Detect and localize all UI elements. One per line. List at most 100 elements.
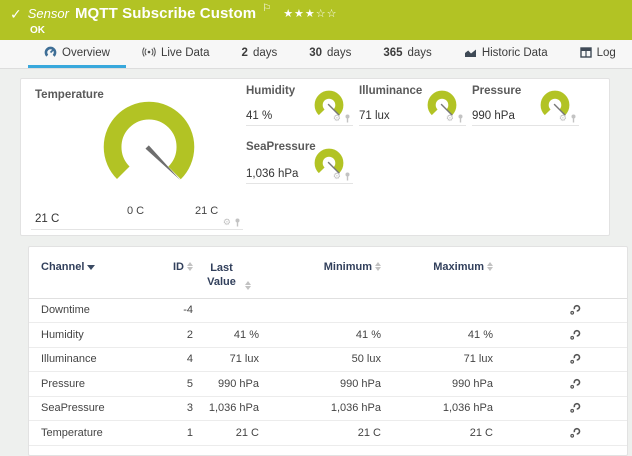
table-row: Humidity 2 41 % 41 % 41 % (29, 323, 627, 348)
maximum-value: 21 C (470, 427, 493, 439)
gauge-scale-min: 0 C (127, 205, 144, 217)
gauge-tile-pressure: Pressure 990 hPa ⚙ (472, 85, 579, 126)
gauge-value: 71 lux (359, 110, 390, 122)
table-row: Temperature 1 21 C 21 C 21 C (29, 421, 627, 446)
sensor-title: MQTT Subscribe Custom (75, 4, 256, 24)
tab-label: Live Data (161, 47, 210, 59)
minimum-value: 50 lux (352, 353, 381, 365)
temperature-gauge-dial (93, 91, 205, 203)
minimum-value: 41 % (356, 329, 381, 341)
channel-table-panel: Channel ID Last Value Minimum Maximum Do… (28, 246, 628, 456)
channel-name: Humidity (41, 329, 153, 341)
channel-settings-wrench-icon[interactable] (569, 329, 627, 341)
channel-settings-wrench-icon[interactable] (569, 402, 627, 414)
tab-log[interactable]: Log (564, 40, 632, 68)
sensor-kind-label: Sensor (28, 4, 69, 24)
tab-365-days[interactable]: 365 days (367, 40, 447, 68)
gauge-tile-seapressure: SeaPressure 1,036 hPa ⚙ (246, 137, 353, 184)
gauge-value: 1,036 hPa (246, 168, 298, 180)
overview-gauges-panel: Temperature 0 C 21 C 21 C ⚙ Humidity 41 … (20, 78, 610, 236)
tab-live-data[interactable]: Live Data (126, 40, 226, 68)
column-header-maximum[interactable]: Maximum (433, 261, 493, 273)
minimum-value: 990 hPa (340, 378, 381, 390)
pin-icon[interactable] (344, 114, 351, 123)
gauge-label: SeaPressure (246, 141, 316, 153)
gauge-label: Pressure (472, 85, 521, 97)
channel-gear-icon[interactable]: ⚙ (333, 172, 341, 181)
gauge-value: 21 C (35, 213, 59, 225)
tab-30-days[interactable]: 30 days (293, 40, 367, 68)
tab-number: 365 (383, 47, 402, 59)
tab-historic-data[interactable]: Historic Data (448, 40, 564, 68)
channel-name: Downtime (41, 304, 153, 316)
gauge-label: Illuminance (359, 85, 422, 97)
gauge-scale-max: 21 C (195, 205, 218, 217)
channel-gear-icon[interactable]: ⚙ (223, 218, 231, 227)
channel-name: SeaPressure (41, 402, 153, 414)
column-header-channel[interactable]: Channel (41, 261, 153, 273)
last-value: 1,036 hPa (209, 402, 259, 414)
maximum-value: 71 lux (464, 353, 493, 365)
tab-label: Log (597, 47, 616, 59)
last-value: 990 hPa (218, 378, 259, 390)
sort-arrows-icon[interactable] (245, 281, 251, 290)
pin-icon[interactable] (457, 114, 464, 123)
tab-number: 30 (309, 47, 322, 59)
maximum-value: 990 hPa (452, 378, 493, 390)
gauge-value: 41 % (246, 110, 272, 122)
tab-label: Historic Data (482, 47, 548, 59)
channel-id: 3 (187, 402, 193, 414)
channel-settings-wrench-icon[interactable] (569, 353, 627, 365)
column-header-minimum[interactable]: Minimum (324, 261, 381, 273)
tab-number: 2 (242, 47, 248, 59)
channel-id: 1 (187, 427, 193, 439)
pin-icon[interactable] (570, 114, 577, 123)
gauge-value: 990 hPa (472, 110, 515, 122)
minimum-value: 1,036 hPa (331, 402, 381, 414)
channel-settings-wrench-icon[interactable] (569, 427, 627, 439)
status-badge: OK (30, 25, 622, 36)
last-value: 21 C (236, 427, 259, 439)
table-row: SeaPressure 3 1,036 hPa 1,036 hPa 1,036 … (29, 397, 627, 422)
gauge-tile-humidity: Humidity 41 % ⚙ (246, 85, 353, 126)
gauge-tile-temperature: Temperature 0 C 21 C 21 C ⚙ (31, 83, 243, 230)
channel-name: Pressure (41, 378, 153, 390)
column-header-last-value[interactable]: Last Value (202, 261, 251, 290)
area-chart-icon (464, 47, 477, 58)
priority-stars[interactable]: ★★★☆☆ (283, 4, 337, 24)
channel-id: -4 (183, 304, 193, 316)
channel-settings-wrench-icon[interactable] (569, 304, 627, 316)
tab-label: days (253, 47, 277, 59)
flag-icon[interactable]: ⚐ (262, 0, 271, 19)
table-header-row: Channel ID Last Value Minimum Maximum (29, 247, 627, 299)
channel-id: 5 (187, 378, 193, 390)
pin-icon[interactable] (344, 172, 351, 181)
minimum-value: 21 C (358, 427, 381, 439)
live-signal-icon (142, 47, 156, 59)
channel-gear-icon[interactable]: ⚙ (333, 114, 341, 123)
maximum-value: 1,036 hPa (443, 402, 493, 414)
channel-id: 2 (187, 329, 193, 341)
channel-gear-icon[interactable]: ⚙ (446, 114, 454, 123)
channel-name: Illuminance (41, 353, 153, 365)
status-check-icon: ✓ (10, 4, 22, 24)
sensor-header: ✓ Sensor MQTT Subscribe Custom ⚐ ★★★☆☆ O… (0, 0, 632, 40)
sort-arrows-icon[interactable] (187, 262, 193, 271)
channel-settings-wrench-icon[interactable] (569, 378, 627, 390)
maximum-value: 41 % (468, 329, 493, 341)
sort-arrows-icon[interactable] (487, 262, 493, 271)
log-table-icon (580, 47, 592, 58)
table-row: Downtime -4 (29, 299, 627, 324)
gauge-tile-illuminance: Illuminance 71 lux ⚙ (359, 85, 466, 126)
tab-label: days (408, 47, 432, 59)
tab-overview[interactable]: Overview (28, 40, 126, 68)
channel-gear-icon[interactable]: ⚙ (559, 114, 567, 123)
last-value: 71 lux (230, 353, 259, 365)
column-header-id[interactable]: ID (173, 261, 193, 273)
table-row: Pressure 5 990 hPa 990 hPa 990 hPa (29, 372, 627, 397)
tab-2-days[interactable]: 2 days (226, 40, 294, 68)
pin-icon[interactable] (234, 218, 241, 227)
gauge-icon (44, 46, 57, 59)
channel-name: Temperature (41, 427, 153, 439)
sort-arrows-icon[interactable] (375, 262, 381, 271)
